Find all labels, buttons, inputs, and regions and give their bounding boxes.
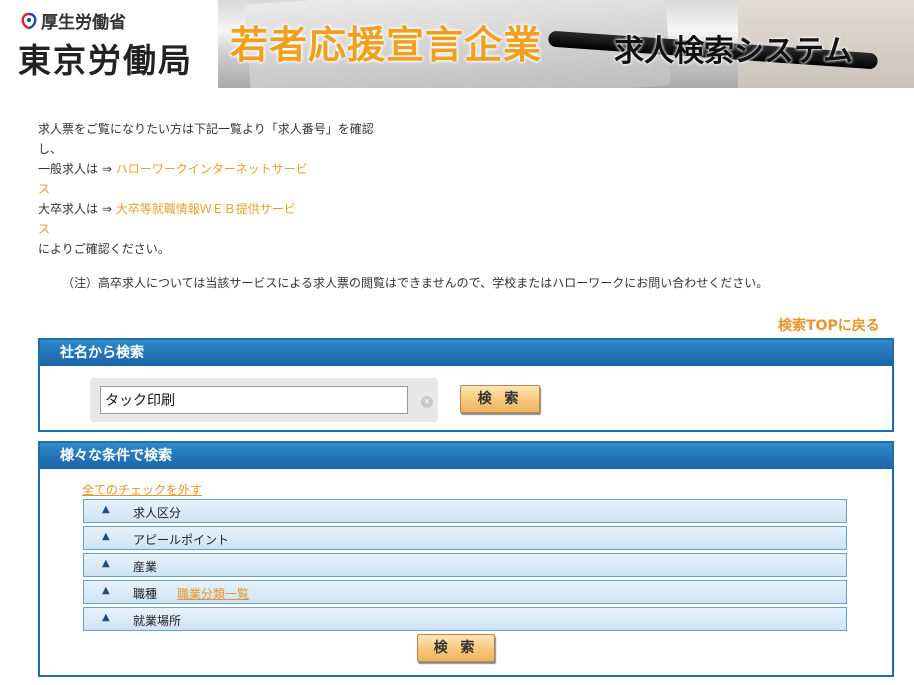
graduate-web-service-link-cont[interactable]: ス: [38, 222, 50, 236]
condition-search-panel: 様々な条件で検索 全てのチェックを外す ▲ 求人区分 ▲ アピールポイント ▲ …: [38, 441, 894, 677]
ministry-logo-icon: [21, 12, 37, 29]
expand-icon: ▲: [102, 504, 110, 515]
banner-subtitle: 求人検索システム: [614, 34, 854, 69]
intro-general-row: 一般求人は ⇒ ハローワークインターネットサービ: [38, 159, 418, 179]
intro-grad-row-2: ス: [38, 219, 418, 239]
intro-text: 求人票をご覧になりたい方は下記一覧より「求人番号」を確認 し、 一般求人は ⇒ …: [38, 119, 418, 259]
general-prefix: 一般求人は ⇒: [38, 162, 116, 176]
category-work-location[interactable]: ▲ 就業場所: [83, 607, 847, 631]
logo-area: 厚生労働省 東京労働局: [0, 0, 218, 88]
ministry-label: 厚生労働省: [41, 13, 126, 33]
hellowork-internet-link[interactable]: ハローワークインターネットサービ: [116, 162, 308, 176]
expand-icon: ▲: [102, 612, 110, 623]
category-appeal-point[interactable]: ▲ アピールポイント: [83, 526, 847, 550]
graduate-web-service-link[interactable]: 大卒等就職情報ＷＥＢ提供サービ: [116, 202, 296, 216]
hellowork-internet-link-cont[interactable]: ス: [38, 182, 50, 196]
back-to-search-top-link[interactable]: 検索TOPに戻る: [778, 315, 880, 335]
intro-general-row-2: ス: [38, 179, 418, 199]
uncheck-all-link[interactable]: 全てのチェックを外す: [82, 481, 202, 498]
grad-prefix: 大卒求人は ⇒: [38, 202, 116, 216]
ministry-name: 厚生労働省: [20, 8, 126, 33]
company-search-heading: 社名から検索: [40, 340, 892, 366]
intro-line-1: 求人票をご覧になりたい方は下記一覧より「求人番号」を確認: [38, 122, 374, 136]
company-search-button[interactable]: 検 索: [460, 385, 540, 413]
site-header: 厚生労働省 東京労働局 若者応援宣言企業 求人検索システム: [0, 0, 914, 88]
category-label: 就業場所: [133, 614, 182, 628]
expand-icon: ▲: [102, 531, 110, 542]
category-list: ▲ 求人区分 ▲ アピールポイント ▲ 産業 ▲ 職種 職業分類一覧 ▲ 就業場…: [83, 499, 847, 634]
company-search-panel: 社名から検索 × 検 索: [38, 338, 894, 432]
note-text: （注）高卒求人については当該サービスによる求人票の閲覧はできませんので、学校また…: [62, 276, 769, 290]
category-occupation[interactable]: ▲ 職種 職業分類一覧: [83, 580, 847, 604]
category-label: 求人区分: [133, 506, 182, 520]
bureau-name: 東京労働局: [18, 41, 193, 80]
category-label: 職種: [133, 587, 158, 601]
banner: 若者応援宣言企業 求人検索システム: [218, 0, 914, 88]
category-label: アピールポイント: [133, 533, 230, 547]
category-job-type[interactable]: ▲ 求人区分: [83, 499, 847, 523]
category-label: 産業: [133, 560, 158, 574]
clear-icon[interactable]: ×: [421, 396, 433, 408]
intro-grad-row: 大卒求人は ⇒ 大卒等就職情報ＷＥＢ提供サービ: [38, 199, 418, 219]
expand-icon: ▲: [102, 558, 110, 569]
intro-line-end: によりご確認ください。: [38, 242, 170, 256]
condition-search-heading: 様々な条件で検索: [40, 443, 892, 469]
condition-search-button[interactable]: 検 索: [417, 634, 495, 662]
expand-icon: ▲: [102, 585, 110, 596]
category-industry[interactable]: ▲ 産業: [83, 553, 847, 577]
occupation-classification-link[interactable]: 職業分類一覧: [177, 585, 249, 602]
company-name-input[interactable]: [100, 386, 408, 414]
banner-title: 若者応援宣言企業: [230, 23, 543, 67]
intro-line-2: し、: [38, 142, 63, 156]
